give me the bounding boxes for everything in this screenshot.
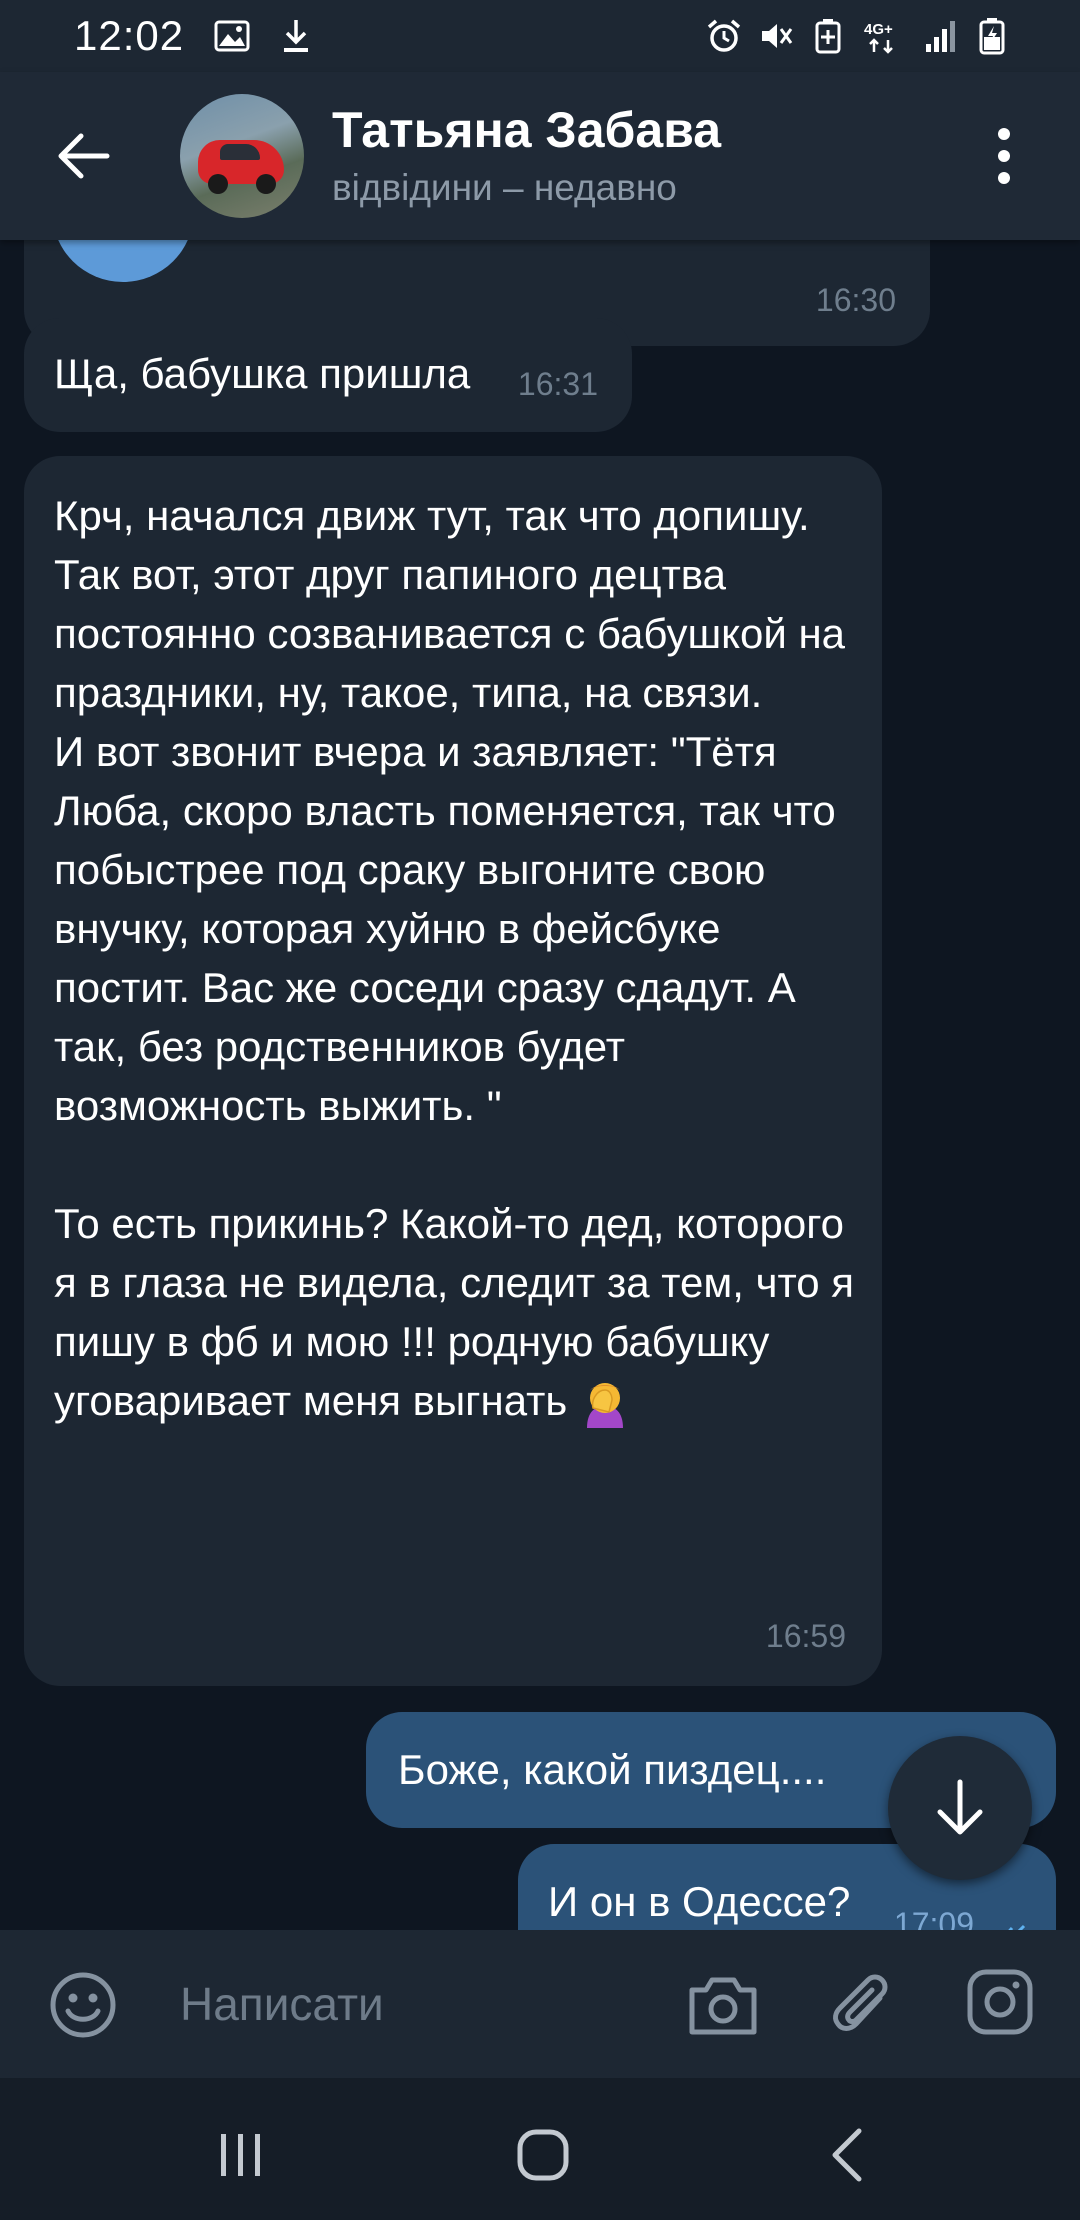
more-options-button[interactable]	[976, 114, 1032, 198]
network-type-icon: 4G+	[862, 18, 906, 54]
photo-thumbnail[interactable]	[52, 240, 194, 282]
download-notification-icon	[278, 18, 314, 54]
message-text: Ща, бабушка пришла	[54, 350, 471, 397]
instagram-button[interactable]	[966, 1968, 1034, 2036]
scroll-down-button[interactable]	[888, 1736, 1032, 1880]
recents-button[interactable]	[206, 2120, 276, 2190]
battery-saver-icon	[810, 18, 846, 54]
svg-text:4G+: 4G+	[864, 21, 893, 38]
chevron-left-icon	[832, 2128, 862, 2182]
paperclip-icon	[833, 1974, 888, 2031]
alarm-icon	[706, 18, 742, 54]
camera-icon	[689, 1977, 757, 2035]
recents-icon	[221, 2134, 260, 2176]
battery-icon	[974, 18, 1010, 55]
face-palm-emoji	[586, 1382, 623, 1428]
instagram-icon	[967, 1969, 1033, 2035]
message-list[interactable]: 16:30 Ща, бабушка пришла 16:31 Крч, нача…	[0, 240, 1080, 1930]
signal-icon	[922, 18, 958, 54]
status-bar: 12:02 4G+	[0, 0, 1080, 72]
message-text: И он в Одессе?	[548, 1878, 851, 1925]
gallery-notification-icon	[214, 18, 250, 54]
camera-button[interactable]	[686, 1968, 760, 2042]
more-vertical-icon	[998, 128, 1010, 140]
emoji-button[interactable]	[48, 1970, 118, 2040]
mute-icon	[758, 18, 794, 54]
message-text: Боже, какой пиздец....	[398, 1746, 827, 1793]
message-time: 17:09	[893, 1906, 974, 1930]
message-incoming[interactable]: Крч, начался движ тут, так что допишу. Т…	[24, 456, 882, 1686]
chat-status: відвідини – недавно	[332, 167, 677, 208]
chat-header: Татьяна Забава відвідини – недавно	[0, 72, 1080, 240]
message-time: 16:59	[765, 1618, 846, 1654]
message-time: 16:31	[517, 366, 598, 402]
message-text: Крч, начался движ тут, так что допишу. Т…	[54, 492, 854, 1424]
home-button[interactable]	[508, 2120, 578, 2190]
back-button[interactable]	[42, 114, 126, 198]
message-time: 16:30	[815, 282, 896, 318]
attach-button[interactable]	[828, 1968, 898, 2042]
arrow-left-icon	[58, 133, 110, 179]
avatar[interactable]	[180, 94, 304, 218]
system-nav-bar	[0, 2078, 1080, 2220]
message-input[interactable]	[180, 1966, 640, 2042]
chat-title-block[interactable]: Татьяна Забава відвідини – недавно	[332, 100, 721, 212]
chat-name: Татьяна Забава	[332, 102, 722, 158]
smile-icon	[50, 1972, 116, 2038]
message-incoming[interactable]: Ща, бабушка пришла 16:31	[24, 318, 632, 432]
arrow-down-icon	[937, 1779, 983, 1835]
home-icon	[517, 2129, 569, 2181]
system-back-button[interactable]	[812, 2120, 882, 2190]
composer-bar	[0, 1930, 1080, 2078]
status-time: 12:02	[74, 12, 185, 59]
